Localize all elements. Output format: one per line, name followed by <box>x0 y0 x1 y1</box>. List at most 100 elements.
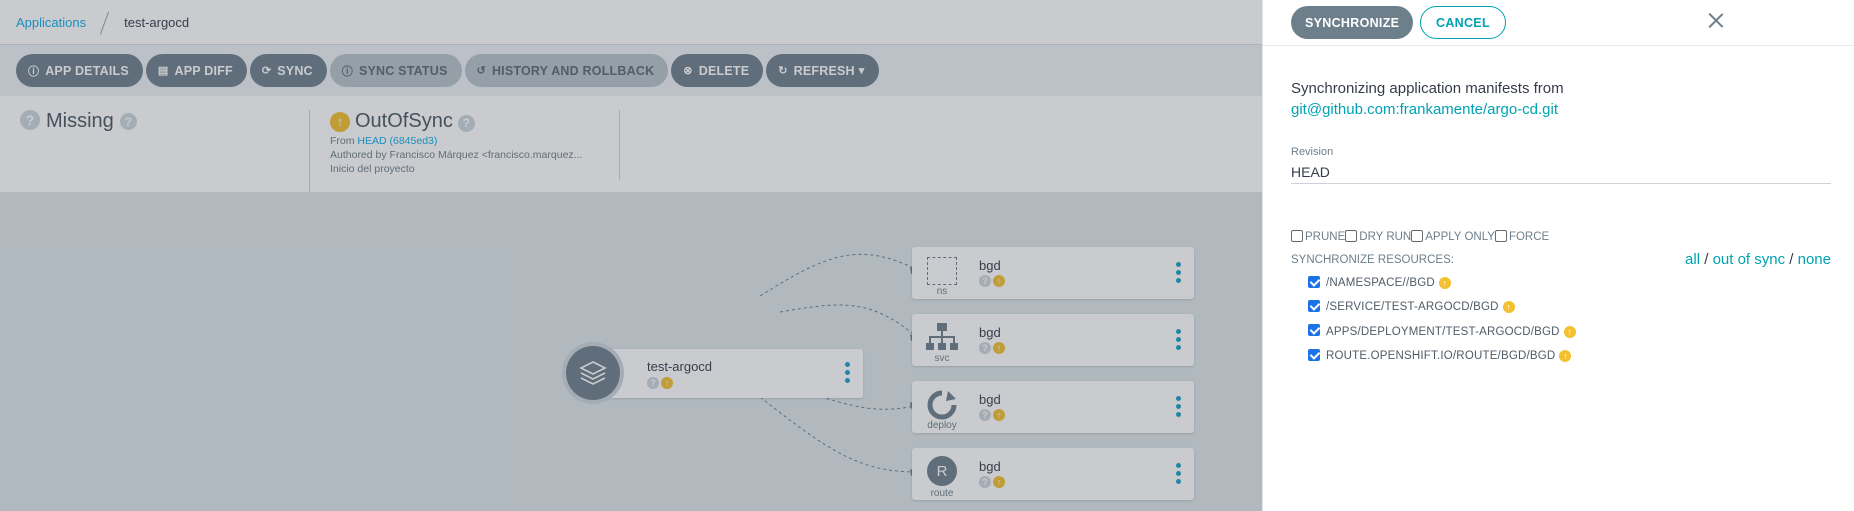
prune-label: PRUNE <box>1305 231 1346 243</box>
close-circle-icon: ⊗ <box>683 65 693 77</box>
service-icon <box>926 323 958 350</box>
node-menu-icon[interactable] <box>1176 396 1181 417</box>
unknown-health-icon: ? <box>979 409 991 421</box>
info-icon: ⓘ <box>28 65 40 78</box>
force-checkbox[interactable] <box>1494 229 1507 242</box>
resource-badges: ? ↑ <box>979 342 1005 354</box>
dry-run-option[interactable]: DRY RUN <box>1345 229 1412 243</box>
node-menu-icon[interactable] <box>1176 463 1181 484</box>
refresh-label: REFRESH <box>793 63 855 78</box>
breadcrumb-applications-link[interactable]: Applications <box>16 15 86 30</box>
node-menu-icon[interactable] <box>1176 329 1181 350</box>
resource-checkbox[interactable] <box>1308 275 1320 288</box>
app-diff-button[interactable]: ▤ APP DIFF <box>145 54 247 87</box>
refresh-button[interactable]: ↻ REFRESH ▾ <box>766 54 879 87</box>
breadcrumb-separator <box>98 11 112 33</box>
resource-item[interactable]: ROUTE.OPENSHIFT.IO/ROUTE/BGD/BGD ↑ <box>1308 344 1826 368</box>
resource-name: bgd <box>979 459 1001 474</box>
revision-label: Revision <box>1291 146 1334 158</box>
out-of-sync-icon: ↑ <box>993 476 1005 488</box>
app-toolbar: ⓘ APP DETAILS ▤ APP DIFF ⟳ SYNC ⓘ SYNC STATU… <box>0 44 1262 96</box>
sync-status-text: OutOfSync <box>355 110 453 132</box>
apply-only-checkbox[interactable] <box>1411 229 1424 242</box>
layers-icon <box>566 346 620 400</box>
resource-checkbox[interactable] <box>1308 348 1320 361</box>
prune-option[interactable]: PRUNE <box>1291 229 1346 243</box>
health-status-text: Missing <box>46 110 114 132</box>
out-of-sync-icon: ↑ <box>1502 301 1515 314</box>
cancel-button[interactable]: CANCEL <box>1420 6 1506 39</box>
select-out-of-sync-link[interactable]: out of sync <box>1713 251 1786 268</box>
route-icon: R <box>927 456 957 486</box>
resources-header: SYNCHRONIZE RESOURCES: all / out of sync… <box>1291 251 1831 268</box>
commit-author: Authored by Francisco Márquez <francisco… <box>330 149 583 161</box>
resource-name: bgd <box>979 258 1001 273</box>
synchronize-button[interactable]: SYNCHRONIZE <box>1291 6 1414 39</box>
help-icon[interactable]: ? <box>457 114 475 132</box>
resource-item[interactable]: /NAMESPACE//BGD ↑ <box>1308 271 1826 295</box>
resource-node-deployment[interactable]: deploy bgd ? ↑ <box>912 381 1194 433</box>
resource-label: ROUTE.OPENSHIFT.IO/ROUTE/BGD/BGD <box>1326 350 1556 363</box>
app-node-name: test-argocd <box>647 359 713 374</box>
sync-status-button[interactable]: ⓘ SYNC STATUS <box>329 54 462 87</box>
sync-revision-line: From HEAD (6845ed3) <box>330 135 619 147</box>
resource-node-route[interactable]: R route bgd ? ↑ <box>912 448 1194 500</box>
sync-button[interactable]: ⟳ SYNC <box>249 54 327 87</box>
app-status-bar: ? Missing ? ↑ OutOfSync ? From HEAD (684… <box>0 96 1262 192</box>
link-separator: / <box>1704 251 1709 268</box>
dry-run-label: DRY RUN <box>1359 231 1412 243</box>
sync-panel-header: SYNCHRONIZE CANCEL <box>1263 0 1854 46</box>
resource-label: APPS/DEPLOYMENT/TEST-ARGOCD/BGD <box>1326 325 1560 338</box>
repo-url-link[interactable]: git@github.com:frankamente/argo-cd.git <box>1291 99 1826 120</box>
apply-only-label: APPLY ONLY <box>1425 231 1495 243</box>
resource-kind: svc <box>934 353 950 364</box>
sync-options: PRUNE DRY RUN APPLY ONLY FORCE <box>1291 229 1826 243</box>
resource-checkbox[interactable] <box>1308 299 1320 312</box>
sync-icon: ⟳ <box>261 65 272 77</box>
delete-button[interactable]: ⊗ DELETE <box>671 54 764 87</box>
force-option[interactable]: FORCE <box>1494 229 1549 243</box>
node-menu-icon[interactable] <box>1176 262 1181 283</box>
out-of-sync-icon: ↑ <box>1438 277 1451 290</box>
revision-link[interactable]: HEAD (6845ed3) <box>357 135 437 147</box>
resource-node-namespace[interactable]: ns bgd ? ↑ <box>912 247 1194 299</box>
out-of-sync-icon: ↑ <box>1559 350 1572 363</box>
select-none-link[interactable]: none <box>1798 251 1831 268</box>
sync-status-label: SYNC STATUS <box>358 63 448 78</box>
apply-only-option[interactable]: APPLY ONLY <box>1411 229 1495 243</box>
commit-message: Inicio del proyecto <box>330 163 415 175</box>
node-menu-icon[interactable] <box>845 362 850 383</box>
resource-list: /NAMESPACE//BGD ↑ /SERVICE/TEST-ARGOCD/BG… <box>1291 271 1826 368</box>
sync-panel: SYNCHRONIZE CANCEL Synchronizing applica… <box>1262 0 1854 511</box>
revision-input[interactable] <box>1291 158 1831 184</box>
resource-item[interactable]: APPS/DEPLOYMENT/TEST-ARGOCD/BGD ↑ <box>1308 320 1826 344</box>
resource-badges: ? ↑ <box>979 409 1005 421</box>
sync-status: ↑ OutOfSync ? From HEAD (6845ed3) Author… <box>310 110 620 180</box>
history-rollback-button[interactable]: ↺ HISTORY AND ROLLBACK <box>464 54 669 87</box>
prune-checkbox[interactable] <box>1291 229 1303 242</box>
resource-item[interactable]: /SERVICE/TEST-ARGOCD/BGD ↑ <box>1308 295 1826 319</box>
close-icon[interactable] <box>1703 8 1729 34</box>
resource-label: /SERVICE/TEST-ARGOCD/BGD <box>1326 301 1499 314</box>
refresh-icon: ↻ <box>778 65 788 77</box>
out-of-sync-icon: ↑ <box>661 377 673 389</box>
out-of-sync-icon: ↑ <box>993 275 1005 287</box>
app-node-badges: ? ↑ <box>647 377 673 389</box>
out-of-sync-icon: ↑ <box>993 409 1005 421</box>
help-icon[interactable]: ? <box>119 113 137 130</box>
resources-title: SYNCHRONIZE RESOURCES: <box>1291 253 1454 266</box>
sync-intro-text: Synchronizing application manifests from <box>1291 80 1564 97</box>
top-bar: Applications test-argocd <box>0 0 1262 44</box>
dry-run-checkbox[interactable] <box>1345 229 1358 242</box>
select-all-link[interactable]: all <box>1685 251 1700 268</box>
caret-down-icon: ▾ <box>858 65 865 77</box>
resource-node-service[interactable]: svc bgd ? ↑ <box>912 314 1194 366</box>
app-details-label: APP DETAILS <box>45 63 129 78</box>
resource-label: /NAMESPACE//BGD <box>1326 277 1435 290</box>
history-icon: ↺ <box>476 65 486 77</box>
resource-tree: test-argocd ? ↑ ns bgd ? ↑ svc bgd ? ↑ d… <box>0 192 1262 511</box>
resource-checkbox[interactable] <box>1308 324 1320 337</box>
app-details-button[interactable]: ⓘ APP DETAILS <box>16 54 143 87</box>
out-of-sync-icon: ↑ <box>993 342 1005 354</box>
namespace-icon <box>927 257 957 285</box>
